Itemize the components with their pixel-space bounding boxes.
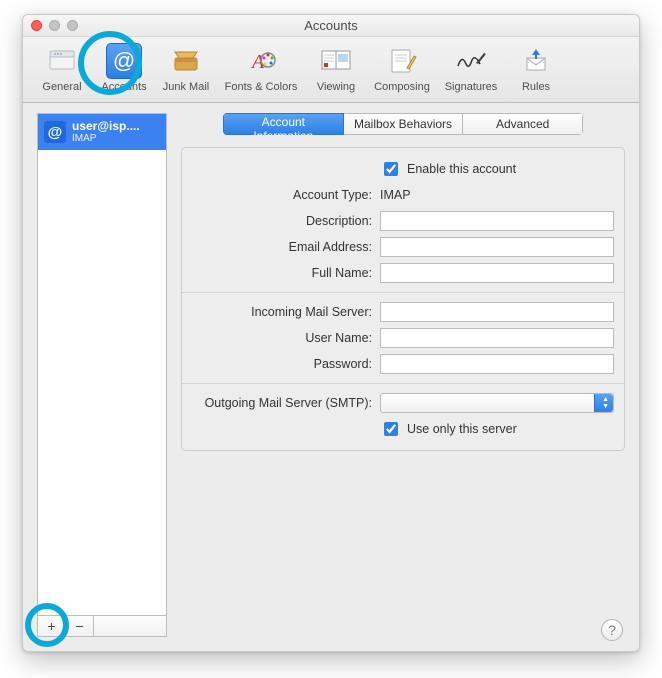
smtp-server-select[interactable]: ▲▼ xyxy=(380,393,614,413)
help-button[interactable]: ? xyxy=(601,619,623,641)
smtp-label: Outgoing Mail Server (SMTP): xyxy=(192,396,372,410)
username-input[interactable] xyxy=(380,328,614,348)
main-content: @ user@isp.... IMAP + − Account Informat… xyxy=(23,103,639,651)
account-type-value: IMAP xyxy=(380,188,411,202)
list-footer: + − xyxy=(37,615,167,637)
toolbar-label: Junk Mail xyxy=(155,81,217,93)
toolbar-general[interactable]: General xyxy=(31,43,93,93)
toolbar-viewing[interactable]: Viewing xyxy=(305,43,367,93)
general-icon xyxy=(44,43,80,79)
junk-mail-icon xyxy=(168,43,204,79)
help-icon: ? xyxy=(608,622,616,638)
titlebar: Accounts xyxy=(23,15,639,37)
use-only-server-checkbox[interactable] xyxy=(384,422,398,436)
toolbar-label: Composing xyxy=(367,81,437,93)
close-window-button[interactable] xyxy=(31,20,42,31)
viewing-icon xyxy=(318,43,354,79)
password-label: Password: xyxy=(192,357,372,371)
email-input[interactable] xyxy=(380,237,614,257)
toolbar-label: Fonts & Colors xyxy=(217,81,305,93)
tab-bar: Account Information Mailbox Behaviors Ad… xyxy=(223,113,583,135)
accounts-sidebar: @ user@isp.... IMAP + − xyxy=(37,113,167,637)
toolbar-signatures[interactable]: Signatures xyxy=(437,43,505,93)
use-only-server-label: Use only this server xyxy=(407,422,517,436)
composing-icon xyxy=(384,43,420,79)
rules-icon xyxy=(518,43,554,79)
fullname-label: Full Name: xyxy=(192,266,372,280)
toolbar-accounts[interactable]: @ Accounts xyxy=(93,43,155,93)
account-list[interactable]: @ user@isp.... IMAP xyxy=(37,113,167,615)
zoom-window-button[interactable] xyxy=(67,20,78,31)
email-label: Email Address: xyxy=(192,240,372,254)
toolbar-label: Rules xyxy=(505,81,567,93)
preferences-window: Accounts General @ Accounts Junk Mail A xyxy=(22,14,640,652)
tab-mailbox-behaviors[interactable]: Mailbox Behaviors xyxy=(344,113,464,135)
at-icon: @ xyxy=(106,43,142,79)
enable-account-label: Enable this account xyxy=(407,162,516,176)
username-label: User Name: xyxy=(192,331,372,345)
add-account-button[interactable]: + xyxy=(38,616,66,636)
toolbar-label: General xyxy=(31,81,93,93)
toolbar-rules[interactable]: Rules xyxy=(505,43,567,93)
at-icon: @ xyxy=(44,121,66,143)
tab-advanced[interactable]: Advanced xyxy=(463,113,583,135)
tab-account-information[interactable]: Account Information xyxy=(223,113,344,135)
description-input[interactable] xyxy=(380,211,614,231)
account-type-label: Account Type: xyxy=(192,188,372,202)
enable-account-checkbox[interactable] xyxy=(384,162,398,176)
toolbar-label: Signatures xyxy=(437,81,505,93)
remove-account-button[interactable]: − xyxy=(66,616,94,636)
signatures-icon xyxy=(453,43,489,79)
toolbar-label: Accounts xyxy=(93,81,155,93)
fonts-colors-icon: A xyxy=(243,43,279,79)
window-controls xyxy=(31,20,78,31)
incoming-server-input[interactable] xyxy=(380,302,614,322)
toolbar-junk-mail[interactable]: Junk Mail xyxy=(155,43,217,93)
minimize-window-button[interactable] xyxy=(49,20,60,31)
toolbar-label: Viewing xyxy=(305,81,367,93)
password-input[interactable] xyxy=(380,354,614,374)
window-title: Accounts xyxy=(304,18,357,33)
account-detail-pane: Account Information Mailbox Behaviors Ad… xyxy=(181,113,625,637)
account-list-item[interactable]: @ user@isp.... IMAP xyxy=(38,114,166,150)
account-type: IMAP xyxy=(72,133,140,144)
account-info-form: Enable this account Account Type: IMAP D… xyxy=(181,147,625,451)
account-name: user@isp.... xyxy=(72,120,140,133)
toolbar-composing[interactable]: Composing xyxy=(367,43,437,93)
fullname-input[interactable] xyxy=(380,263,614,283)
preferences-toolbar: General @ Accounts Junk Mail A Fonts & C… xyxy=(23,37,639,103)
description-label: Description: xyxy=(192,214,372,228)
toolbar-fonts-colors[interactable]: A Fonts & Colors xyxy=(217,43,305,93)
incoming-server-label: Incoming Mail Server: xyxy=(192,305,372,319)
